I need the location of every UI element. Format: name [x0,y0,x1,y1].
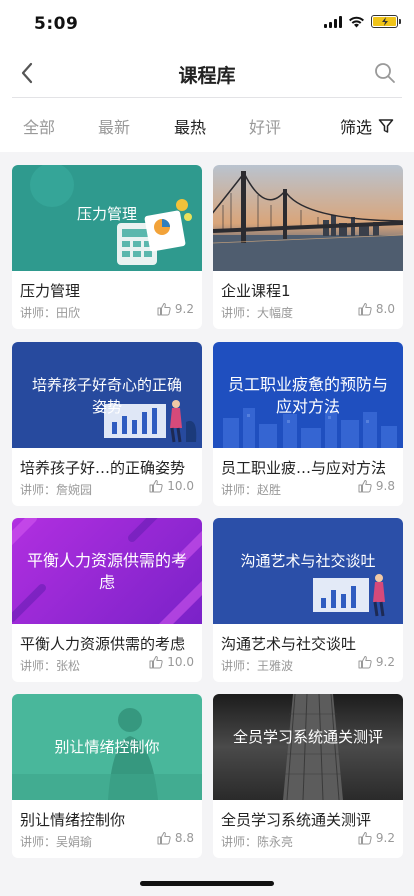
course-rating: 9.2 [157,302,194,316]
course-thumbnail: 培养孩子好奇心的正确姿势 [12,342,202,448]
course-teacher: 讲师：詹婉园 [20,483,93,497]
course-card[interactable]: 培养孩子好奇心的正确姿势 培养孩子好…的正确姿势 讲师：詹婉园 10.0 [12,342,202,506]
sort-tabs: 全部 最新 最热 好评 筛选 [0,98,414,152]
course-thumbnail: 员工职业疲惫的预防与应对方法 [213,342,403,448]
course-card[interactable]: 平衡人力资源供需的考虑 平衡人力资源供需的考虑 讲师：张松 10.0 [12,518,202,682]
course-teacher: 讲师：王雅波 [221,659,294,673]
thumbs-up-icon [358,656,372,669]
course-card[interactable]: 全员学习系统通关测评 全员学习系统通关测评 讲师：陈永亮 9.2 [213,694,403,858]
course-thumbnail: 全员学习系统通关测评 [213,694,403,800]
thumbnail-caption: 培养孩子好奇心的正确姿势 [31,376,182,416]
thumbs-up-icon [149,480,163,493]
course-thumbnail: 别让情绪控制你 [12,694,202,800]
course-title: 企业课程1 [221,282,291,300]
status-bar: 5:09 [0,0,414,48]
thumbnail-caption: 别让情绪控制你 [54,738,160,756]
course-teacher: 讲师：大幅度 [221,306,294,320]
signal-icon [324,15,342,28]
rating-value: 9.2 [375,831,395,845]
course-rating: 8.0 [358,302,395,316]
course-rating: 9.2 [358,831,395,845]
tab-top-rated[interactable]: 好评 [249,114,281,138]
course-teacher: 讲师：赵胜 [221,483,282,497]
course-title: 别让情绪控制你 [20,811,126,829]
rating-value: 10.0 [167,655,194,669]
course-title: 沟通艺术与社交谈吐 [221,635,357,653]
course-rating: 8.8 [157,831,194,845]
filter-button[interactable]: 筛选 [340,114,394,138]
battery-icon [371,15,401,28]
course-rating: 9.8 [358,479,395,493]
rating-value: 10.0 [167,479,194,493]
course-card[interactable]: 沟通艺术与社交谈吐 沟通艺术与社交谈吐 讲师：王雅波 9.2 [213,518,403,682]
home-indicator [140,881,274,886]
course-title: 培养孩子好…的正确姿势 [20,459,186,477]
status-time: 5:09 [34,14,79,34]
course-title: 员工职业疲…与应对方法 [221,459,387,477]
course-teacher: 讲师：张松 [20,659,81,673]
page-title: 课程库 [178,65,236,87]
filter-icon [378,119,394,133]
rating-value: 9.8 [375,479,395,493]
course-card[interactable]: 企业课程1 讲师：大幅度 8.0 [213,165,403,329]
tab-hottest[interactable]: 最热 [174,114,206,138]
rating-value: 8.0 [375,302,395,316]
course-thumbnail: 沟通艺术与社交谈吐 [213,518,403,624]
rating-value: 9.2 [174,302,194,316]
search-icon[interactable] [374,62,396,84]
course-teacher: 讲师：吴娟瑜 [20,835,93,849]
bridge-photo [213,171,403,271]
course-card[interactable]: 别让情绪控制你 别让情绪控制你 讲师：吴娟瑜 8.8 [12,694,202,858]
course-title: 全员学习系统通关测评 [221,811,372,829]
course-thumbnail [213,165,403,271]
course-title: 平衡人力资源供需的考虑 [20,635,186,653]
thumbnail-caption: 平衡人力资源供需的考虑 [26,551,187,592]
status-icons [324,15,401,28]
thumbs-up-icon [157,832,171,845]
tab-all[interactable]: 全部 [23,114,55,138]
course-rating: 10.0 [149,479,194,493]
course-grid: 压力管理 压力管理 讲师：田欣 9.2 企业课程1 讲师：大幅度 8.0 培养孩… [0,152,414,896]
thumbnail-caption: 沟通艺术与社交谈吐 [240,552,376,570]
course-card[interactable]: 员工职业疲惫的预防与应对方法 员工职业疲…与应对方法 讲师：赵胜 9.8 [213,342,403,506]
course-thumbnail: 平衡人力资源供需的考虑 [12,518,202,624]
thumbnail-caption: 压力管理 [76,205,137,223]
rating-value: 9.2 [375,655,395,669]
wifi-icon [349,16,364,27]
course-teacher: 讲师：田欣 [20,306,81,320]
nav-bar: 课程库 [0,48,414,98]
course-rating: 10.0 [149,655,194,669]
tab-newest[interactable]: 最新 [98,114,130,138]
rating-value: 8.8 [174,831,194,845]
thumbnail-caption: 员工职业疲惫的预防与应对方法 [227,375,388,416]
thumbs-up-icon [358,832,372,845]
thumbs-up-icon [149,656,163,669]
course-rating: 9.2 [358,655,395,669]
thumbs-up-icon [157,303,171,316]
thumbs-up-icon [358,480,372,493]
course-thumbnail: 压力管理 [12,165,202,271]
filter-label: 筛选 [339,118,372,137]
thumbs-up-icon [358,303,372,316]
course-teacher: 讲师：陈永亮 [221,835,294,849]
course-card[interactable]: 压力管理 压力管理 讲师：田欣 9.2 [12,165,202,329]
thumbnail-caption: 全员学习系统通关测评 [232,728,383,746]
course-title: 压力管理 [20,282,81,300]
